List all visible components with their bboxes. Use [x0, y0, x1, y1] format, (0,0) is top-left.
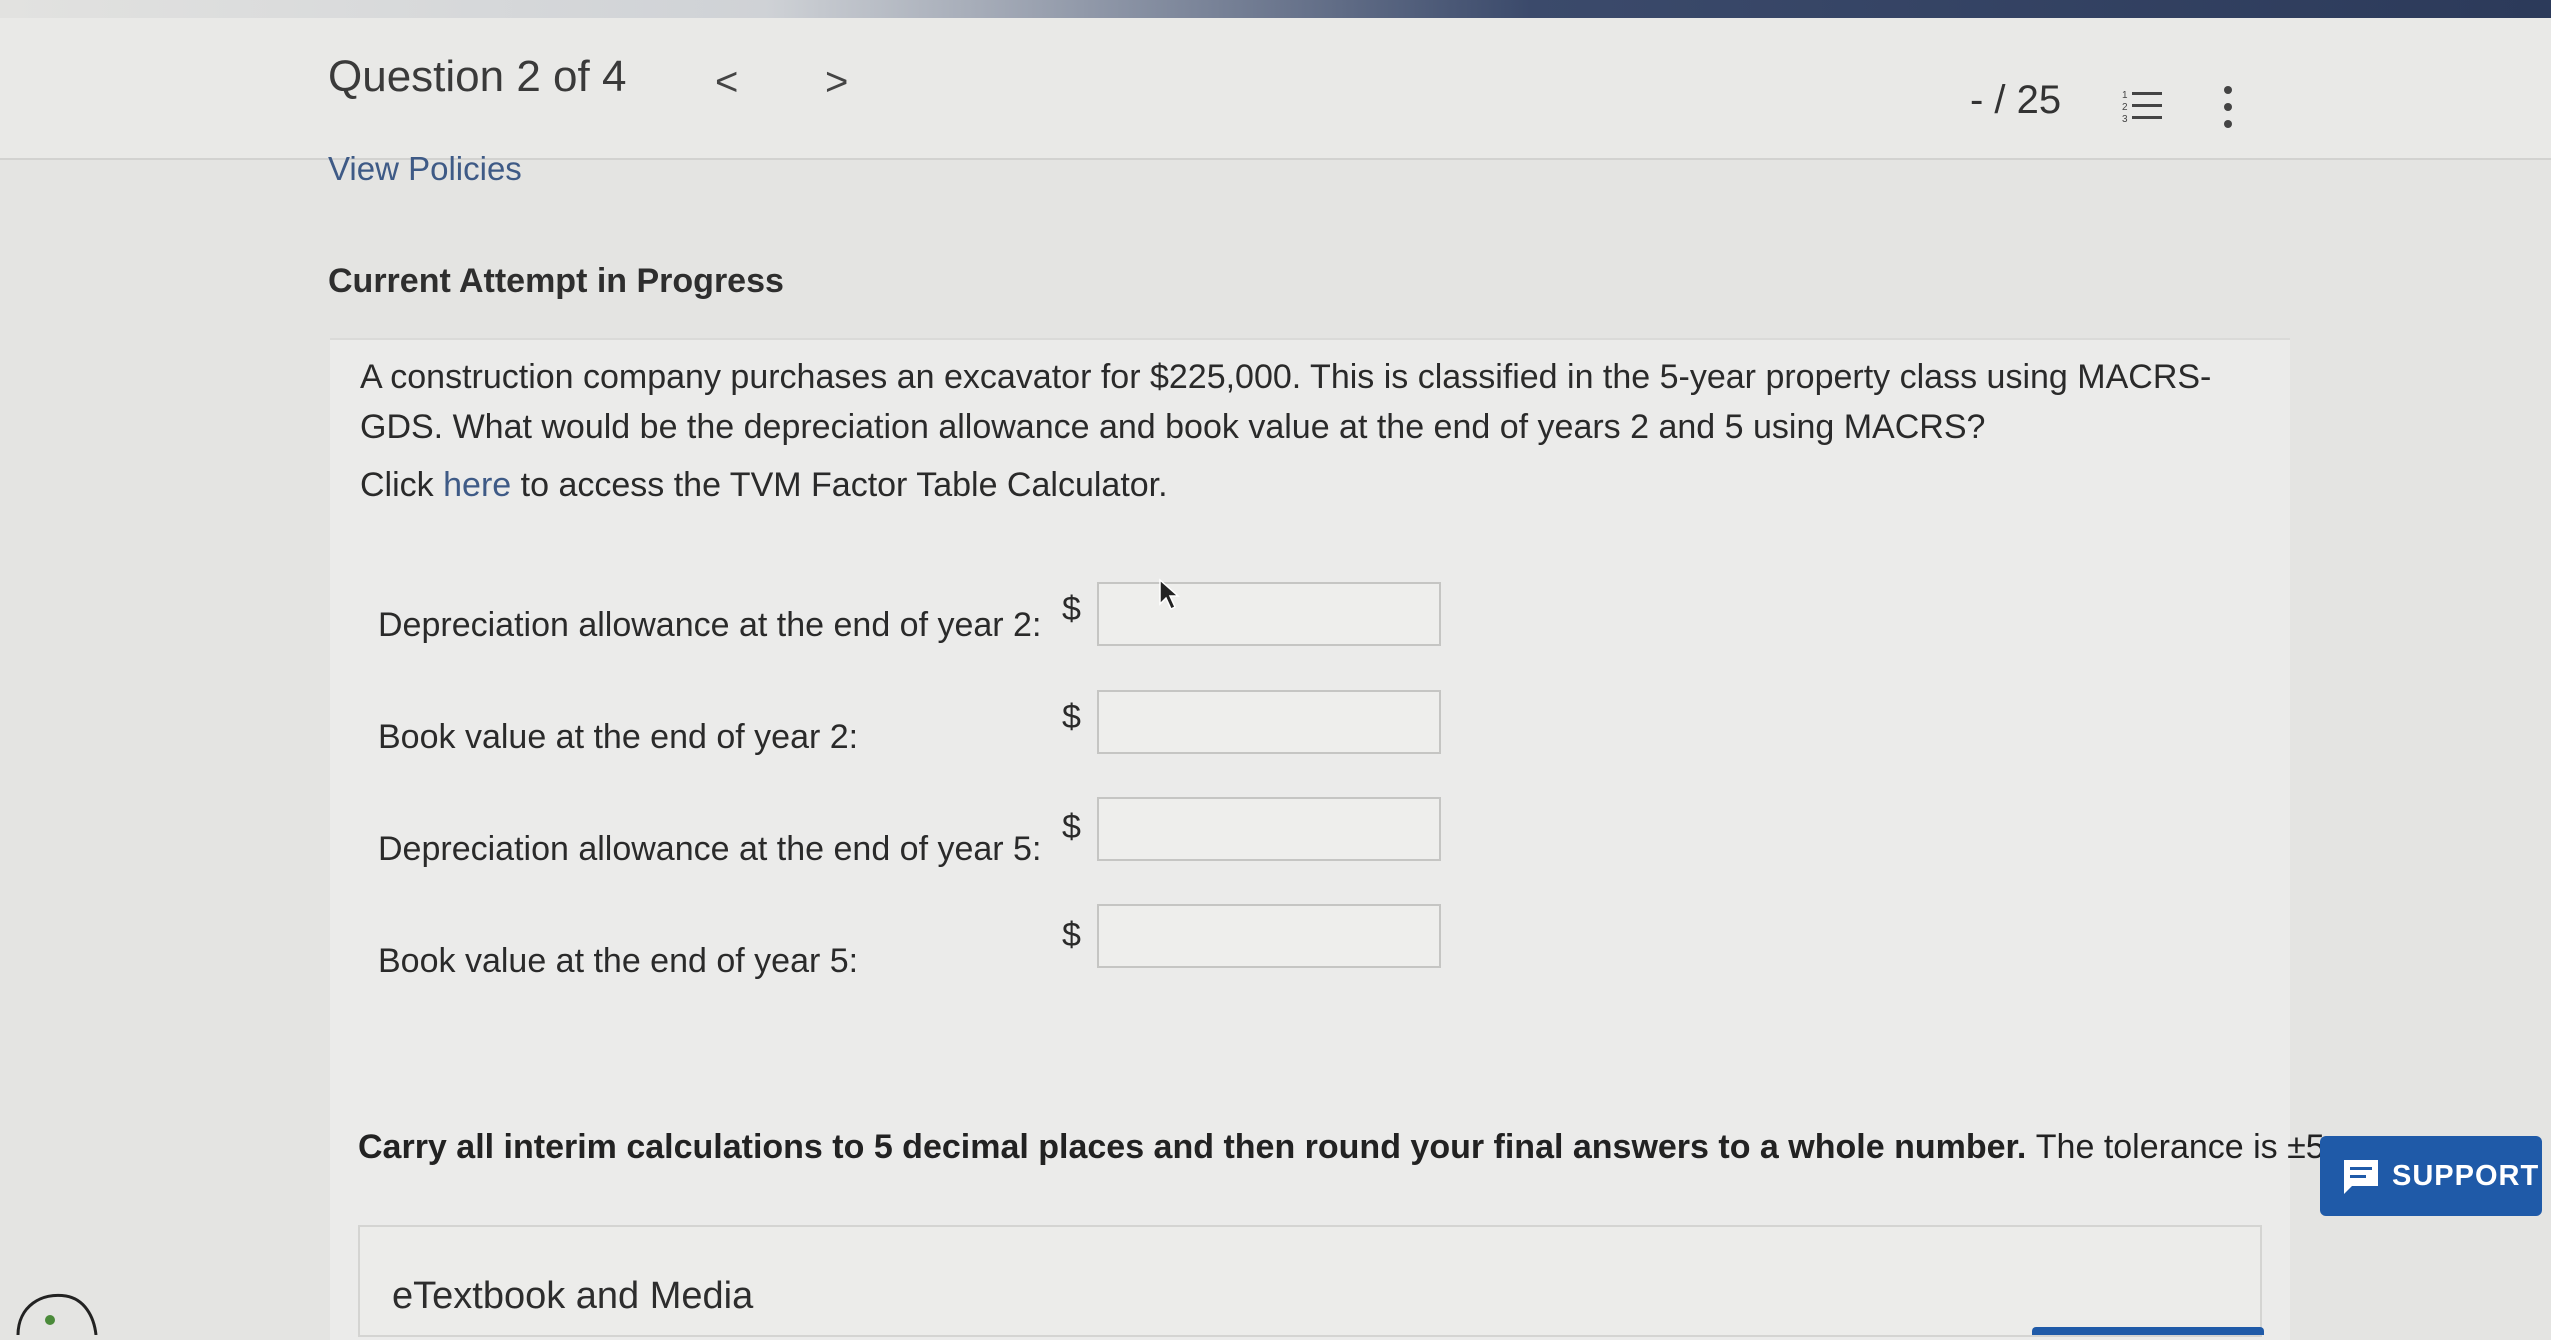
submit-button-edge[interactable] — [2032, 1327, 2264, 1335]
etextbook-media-section[interactable]: eTextbook and Media — [358, 1225, 2262, 1337]
answer-label-depreciation-year-2: Depreciation allowance at the end of yea… — [378, 606, 1042, 644]
score-display: - / 25 — [1970, 78, 2062, 122]
rounding-instructions: Carry all interim calculations to 5 deci… — [358, 1128, 2334, 1167]
svg-text:3: 3 — [2122, 114, 2128, 124]
currency-symbol: $ — [1062, 590, 1081, 628]
currency-symbol: $ — [1062, 698, 1081, 736]
numbered-list-icon[interactable]: 1 2 3 — [2122, 88, 2162, 124]
click-prefix: Click — [360, 466, 434, 504]
more-vertical-icon[interactable] — [2220, 84, 2236, 130]
support-button-label: SUPPORT — [2392, 1160, 2540, 1192]
answer-label-book-value-year-2: Book value at the end of year 2: — [378, 718, 859, 756]
tvm-calculator-line: Click here to access the TVM Factor Tabl… — [360, 466, 1168, 505]
app-logo-icon — [16, 1293, 98, 1335]
tvm-calculator-link[interactable]: here — [443, 466, 511, 504]
question-text: A construction company purchases an exca… — [360, 358, 2212, 446]
answer-label-book-value-year-5: Book value at the end of year 5: — [378, 942, 859, 980]
currency-symbol: $ — [1062, 916, 1081, 954]
previous-question-button[interactable]: < — [715, 60, 738, 105]
depreciation-year-5-input[interactable] — [1097, 797, 1441, 861]
chat-bubble-icon — [2344, 1160, 2378, 1194]
currency-symbol: $ — [1062, 808, 1081, 846]
question-title: Question 2 of 4 — [328, 52, 627, 101]
depreciation-year-2-input[interactable] — [1097, 582, 1441, 646]
top-bar — [0, 0, 2551, 18]
view-policies-link[interactable]: View Policies — [328, 150, 522, 188]
mouse-cursor-icon — [1159, 578, 1180, 611]
tolerance-text: The tolerance is ±5. — [2035, 1128, 2335, 1166]
click-suffix: to access the TVM Factor Table Calculato… — [520, 466, 1168, 504]
etextbook-media-label: eTextbook and Media — [392, 1275, 754, 1317]
attempt-status-heading: Current Attempt in Progress — [328, 262, 784, 300]
answer-label-depreciation-year-5: Depreciation allowance at the end of yea… — [378, 830, 1042, 868]
svg-text:1: 1 — [2122, 90, 2128, 101]
book-value-year-2-input[interactable] — [1097, 690, 1441, 754]
next-question-button[interactable]: > — [825, 60, 848, 105]
rounding-instructions-main: Carry all interim calculations to 5 deci… — [358, 1128, 2027, 1166]
support-button[interactable]: SUPPORT — [2320, 1136, 2542, 1216]
svg-text:2: 2 — [2122, 102, 2128, 113]
book-value-year-5-input[interactable] — [1097, 904, 1441, 968]
